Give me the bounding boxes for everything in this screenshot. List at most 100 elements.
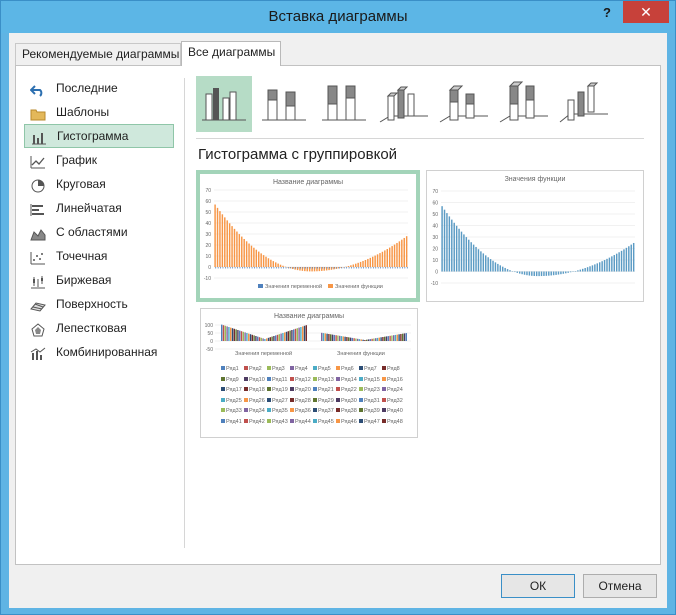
- sidebar-item-line-chart[interactable]: График: [24, 148, 174, 172]
- title-bar[interactable]: Вставка диаграммы ? ✕: [1, 1, 675, 33]
- legend-entry: Ряд14: [336, 376, 357, 383]
- legend-swatch: [221, 376, 225, 381]
- sidebar-item-stock-chart[interactable]: Биржевая: [24, 268, 174, 292]
- chart-preview-function[interactable]: Значения функции 70 60 50 40 30 20 10 0 -10: [426, 170, 644, 302]
- bar: [246, 333, 248, 341]
- bar: [460, 231, 463, 272]
- bar: [243, 238, 245, 267]
- legend-label: Ряд9: [226, 376, 239, 383]
- bar: [326, 333, 328, 341]
- legend-entry: Ряд2: [244, 366, 262, 372]
- help-button[interactable]: ?: [597, 5, 617, 25]
- radar-chart-icon: [30, 321, 46, 337]
- bar: [369, 257, 372, 267]
- sidebar-item-label: Комбинированная: [56, 345, 158, 359]
- legend-swatch: [336, 418, 340, 423]
- tab-all-charts[interactable]: Все диаграммы: [181, 41, 281, 66]
- close-button[interactable]: ✕: [623, 1, 669, 23]
- cancel-button[interactable]: Отмена: [583, 574, 657, 598]
- bar: [355, 263, 357, 267]
- sidebar-item-label: Гистограмма: [57, 129, 129, 143]
- 3d-stacked-column-button[interactable]: [436, 76, 492, 132]
- sidebar-item-undo[interactable]: Последние: [24, 76, 174, 100]
- sidebar-item-scatter-chart[interactable]: Точечная: [24, 244, 174, 268]
- bar: [405, 236, 408, 267]
- bar: [260, 337, 262, 341]
- y-tick-label: 40: [205, 221, 211, 227]
- bar: [226, 220, 228, 267]
- sidebar-item-label: С областями: [56, 225, 128, 239]
- legend-label: Ряд43: [272, 418, 288, 425]
- bar: [220, 267, 221, 269]
- legend-swatch: [267, 397, 271, 402]
- legend-label: Ряд40: [387, 408, 403, 414]
- bar: [501, 266, 504, 272]
- bar: [344, 336, 346, 341]
- legend-swatch: [290, 397, 294, 402]
- bar: [238, 234, 241, 267]
- ok-button[interactable]: ОК: [501, 574, 575, 598]
- bar: [342, 336, 344, 341]
- legend-swatch: [359, 418, 363, 423]
- sidebar-item-folder[interactable]: Шаблоны: [24, 100, 174, 124]
- legend-swatch: [244, 366, 248, 370]
- sidebar-item-label: График: [56, 153, 97, 167]
- bar: [309, 267, 311, 269]
- bar: [613, 255, 615, 272]
- bar: [343, 267, 345, 269]
- legend-swatch: [359, 376, 363, 381]
- bar: [403, 237, 405, 267]
- bar: [458, 228, 460, 272]
- sidebar-item-pie-chart[interactable]: Круговая: [24, 172, 174, 196]
- bar: [251, 334, 253, 341]
- y-tick-label: 30: [432, 235, 438, 241]
- bar: [560, 271, 562, 275]
- legend-swatch: [244, 387, 248, 391]
- bar: [485, 255, 487, 272]
- sidebar-item-radar-chart[interactable]: Лепестковая: [24, 316, 174, 340]
- bar: [615, 253, 618, 272]
- sidebar-item-column-chart[interactable]: Гистограмма: [24, 124, 174, 148]
- bar: [271, 267, 272, 269]
- bar: [232, 267, 234, 269]
- bar: [389, 267, 391, 269]
- legend-label: Ряд5: [318, 366, 331, 372]
- bar: [632, 242, 635, 272]
- chart-preview-variables[interactable]: Название диаграммы 70 60 50 40 30 20 10 0 -10 Зна…: [196, 170, 420, 302]
- y-tick-label: 50: [207, 331, 213, 337]
- column-chart-icon: [31, 130, 47, 145]
- sidebar-item-area-chart[interactable]: С областями: [24, 220, 174, 244]
- legend-swatch: [221, 397, 225, 402]
- legend-entry: Ряд6: [336, 366, 354, 372]
- clustered-column-button[interactable]: [196, 76, 252, 132]
- 3d-clustered-column-button[interactable]: [376, 76, 432, 132]
- y-tick-label: 50: [205, 210, 211, 216]
- sidebar-item-combo-chart[interactable]: Комбинированная: [24, 340, 174, 364]
- 100-stacked-column-button[interactable]: [316, 76, 372, 132]
- area-chart-icon: [30, 225, 46, 241]
- legend-label: Ряд47: [364, 418, 380, 425]
- bar: [305, 325, 307, 341]
- sidebar-item-surface-chart[interactable]: Поверхность: [24, 292, 174, 316]
- 3d-100-stacked-column-button[interactable]: [496, 76, 552, 132]
- legend-label: Ряд24: [387, 387, 403, 393]
- y-tick-label: 40: [432, 224, 438, 230]
- bar: [531, 271, 533, 276]
- chart-preview-series[interactable]: Название диаграммы 100 50 0 -50 Значения пер…: [200, 308, 418, 438]
- bar: [284, 332, 286, 341]
- bar: [273, 267, 275, 269]
- bar: [393, 244, 396, 267]
- 3d-column-button[interactable]: [556, 76, 612, 132]
- bar: [516, 271, 518, 273]
- legend-label: Ряд48: [387, 418, 403, 425]
- tab-recommended-charts[interactable]: Рекомендуемые диаграммы: [15, 43, 181, 65]
- bar: [386, 249, 388, 267]
- bar: [278, 267, 280, 269]
- legend-entry: Значения функции: [335, 284, 383, 290]
- sidebar-item-bar-chart[interactable]: Линейчатая: [24, 196, 174, 220]
- stacked-column-button[interactable]: [256, 76, 312, 132]
- bar: [274, 262, 277, 267]
- bar: [291, 330, 293, 341]
- legend-entry: Ряд23: [359, 387, 380, 393]
- stock-chart-icon: [30, 273, 46, 289]
